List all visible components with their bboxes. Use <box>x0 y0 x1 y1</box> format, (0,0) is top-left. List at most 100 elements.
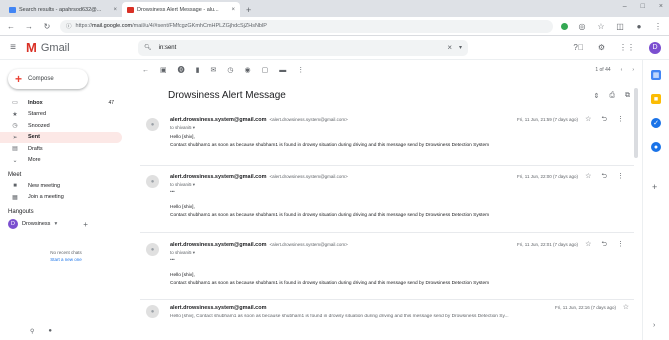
star-icon: ★ <box>12 111 18 118</box>
body-text: Contact shubham1 as soon as because shub… <box>170 280 490 286</box>
mark-unread-icon[interactable]: ✉ <box>210 66 216 74</box>
help-icon[interactable]: ?⃝ <box>573 43 583 52</box>
compose-label: Compose <box>28 76 54 82</box>
browser-tab-search[interactable]: Search results - apahrsod632@... × <box>4 2 122 17</box>
add-addon-icon[interactable]: + <box>652 182 657 192</box>
message-2[interactable]: ● alert.drowsiness.system@gmail.com <aler… <box>140 172 632 227</box>
report-spam-icon[interactable]: ⓿ <box>178 65 185 75</box>
more-options-icon[interactable]: ⋮ <box>617 240 624 251</box>
message-1[interactable]: ● alert.drowsiness.system@gmail.com <aler… <box>140 115 632 161</box>
contacts-icon[interactable]: ● <box>651 142 661 152</box>
add-task-icon[interactable]: ◉ <box>244 66 250 74</box>
sidebar-item-more[interactable]: ⌄ More <box>0 155 122 167</box>
tasks-icon[interactable]: ✓ <box>651 118 661 128</box>
bookmark-star-icon[interactable]: ☆ <box>596 22 606 31</box>
sender-avatar: ● <box>146 305 159 318</box>
browser-tab-gmail[interactable]: Drowsiness Alert Message - alu... × <box>122 2 240 17</box>
chevron-down-icon[interactable]: ▾ <box>54 221 57 227</box>
settings-gear-icon[interactable]: ⚙ <box>598 43 605 52</box>
chat-bubble-icon[interactable]: ● <box>48 328 52 335</box>
sender-address: <alert.drowsiness.system@gmail.com> <box>269 117 348 122</box>
extension-green-icon[interactable] <box>561 22 568 30</box>
more-options-icon[interactable]: ⋮ <box>617 115 624 126</box>
reply-icon[interactable]: ⮌ <box>601 240 607 251</box>
show-trimmed-content[interactable]: ••• <box>170 257 175 262</box>
join-meeting-item[interactable]: ▦ Join a meeting <box>0 192 122 204</box>
url-field[interactable]: ⓘ https://mail.google.com/mail/u/4/#sent… <box>60 19 553 33</box>
new-meeting-item[interactable]: ■ New meeting <box>0 180 122 192</box>
calendar-icon[interactable]: ▦ <box>651 70 661 80</box>
sidebar-item-drafts[interactable]: ▤ Drafts <box>0 143 122 155</box>
sender: alert.drowsiness.system@gmail.com <alert.… <box>170 242 348 248</box>
browser-menu-icon[interactable]: ⋮ <box>653 22 663 31</box>
message-4-collapsed[interactable]: ● alert.drowsiness.system@gmail.com Fri,… <box>140 302 632 332</box>
sidebar-item-sent[interactable]: ➢ Sent <box>0 131 122 143</box>
expand-all-icon[interactable]: ⇕ <box>594 92 600 100</box>
keyboard-icon: ▦ <box>12 194 18 201</box>
hangouts-user[interactable]: D Drowsiness ▾ + <box>0 217 132 231</box>
more-options-icon[interactable]: ⋮ <box>617 172 624 183</box>
chevron-right-icon[interactable]: › <box>653 322 655 329</box>
message-body: Hello [shiv], Contact shubham1 as soon a… <box>170 204 489 219</box>
star-icon[interactable]: ☆ <box>623 303 629 311</box>
star-icon[interactable]: ☆ <box>585 240 591 251</box>
next-icon[interactable]: › <box>632 67 634 73</box>
star-icon[interactable]: ☆ <box>585 115 591 126</box>
label-icon[interactable]: ▬ <box>279 67 286 74</box>
extension-puzzle-icon[interactable]: ◫ <box>615 22 625 31</box>
recipient-toggle[interactable]: to shivani5 ▾ <box>170 182 195 188</box>
close-window-button[interactable]: × <box>659 3 663 10</box>
message-date: Fri, 11 Jun, 22:00 (7 days ago) <box>517 174 578 179</box>
scrollbar[interactable] <box>634 88 638 158</box>
minimize-button[interactable]: – <box>623 3 627 10</box>
compose-button[interactable]: + Compose <box>8 69 88 89</box>
delete-icon[interactable]: ▮ <box>196 66 200 74</box>
url-prefix: https:// <box>75 23 93 29</box>
archive-icon[interactable]: ▣ <box>160 66 167 74</box>
snooze-icon[interactable]: ◷ <box>227 66 233 74</box>
move-to-icon[interactable]: ▢ <box>262 66 269 74</box>
tab-close-icon[interactable]: × <box>231 7 235 13</box>
info-icon[interactable]: ⓘ <box>66 22 72 30</box>
show-trimmed-content[interactable]: ••• <box>170 189 175 194</box>
person-icon[interactable]: ⚲ <box>30 328 34 335</box>
sidebar-item-snoozed[interactable]: ◷ Snoozed <box>0 120 122 132</box>
back-arrow-icon[interactable]: ← <box>6 22 16 31</box>
reply-icon[interactable]: ⮌ <box>601 172 607 183</box>
reply-icon[interactable]: ⮌ <box>601 115 607 126</box>
print-icon[interactable]: ⎙ <box>609 92 615 100</box>
recipient-toggle[interactable]: to shivani5 ▾ <box>170 125 195 131</box>
add-chat-icon[interactable]: + <box>83 220 88 229</box>
more-options-icon[interactable]: ⋮ <box>297 66 304 74</box>
reload-icon[interactable]: ↻ <box>42 22 52 31</box>
apps-grid-icon[interactable]: ⋮⋮ <box>619 43 635 52</box>
forward-arrow-icon[interactable]: → <box>24 22 34 31</box>
search-input[interactable]: in:sent <box>159 45 441 51</box>
previous-icon[interactable]: ‹ <box>621 67 623 73</box>
sidebar-item-starred[interactable]: ★ Starred <box>0 109 122 121</box>
account-avatar[interactable]: D <box>649 41 661 54</box>
clear-search-icon[interactable]: × <box>447 43 452 52</box>
keep-icon[interactable]: ■ <box>651 94 661 104</box>
start-new-chat-link[interactable]: Start a new one <box>0 256 132 263</box>
search-bar[interactable]: 🔍︎ in:sent × ▾ <box>138 39 468 56</box>
new-tab-button[interactable]: + <box>240 5 257 17</box>
message-3[interactable]: ● alert.drowsiness.system@gmail.com <aler… <box>140 240 632 295</box>
maximize-button[interactable]: □ <box>641 3 645 10</box>
back-arrow-icon[interactable]: ← <box>142 67 149 74</box>
extension-icon[interactable]: ◎ <box>577 22 587 31</box>
search-icon[interactable]: 🔍︎ <box>144 44 152 51</box>
message-body: Hello [shiv], Contact shubham1 as soon a… <box>170 272 489 287</box>
main-menu-icon[interactable]: ≡ <box>0 42 26 53</box>
open-new-window-icon[interactable]: ⧉ <box>625 92 630 100</box>
sidebar-item-inbox[interactable]: ▭ Inbox 47 <box>0 97 122 109</box>
profile-icon[interactable]: ● <box>634 22 644 31</box>
sender-name: alert.drowsiness.system@gmail.com <box>170 174 267 180</box>
star-icon[interactable]: ☆ <box>585 172 591 183</box>
sender-address: <alert.drowsiness.system@gmail.com> <box>269 242 348 247</box>
search-options-icon[interactable]: ▾ <box>459 44 462 51</box>
video-camera-icon: ■ <box>13 182 17 189</box>
tab-close-icon[interactable]: × <box>113 7 117 13</box>
gmail-logo[interactable]: M Gmail <box>26 40 136 55</box>
recipient-toggle[interactable]: to shivani5 ▾ <box>170 250 195 256</box>
